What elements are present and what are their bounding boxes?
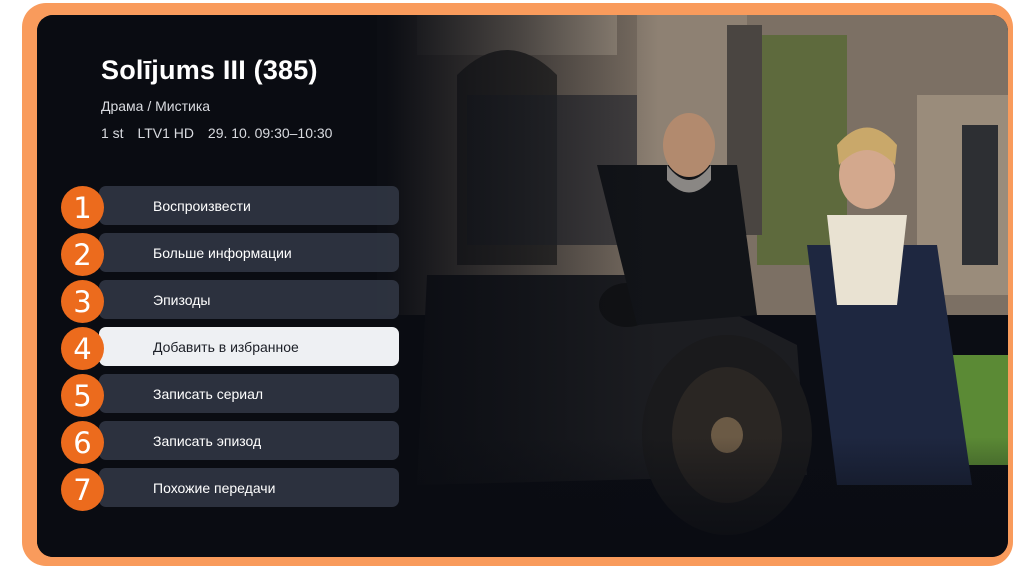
- callout-badge-5: 5: [61, 374, 104, 417]
- menu-item-record-series[interactable]: Записать сериал: [99, 374, 399, 413]
- callout-badge-3: 3: [61, 280, 104, 323]
- program-meta: 1 st LTV1 HD 29. 10. 09:30–10:30: [101, 125, 342, 141]
- menu-item-episodes[interactable]: Эпизоды: [99, 280, 399, 319]
- menu-item-similar[interactable]: Похожие передачи: [99, 468, 399, 507]
- program-schedule: 29. 10. 09:30–10:30: [207, 125, 333, 141]
- program-genre: Драма / Мистика: [101, 98, 211, 114]
- callout-badge-2: 2: [61, 233, 104, 276]
- menu-item-play[interactable]: Воспроизвести: [99, 186, 399, 225]
- menu-item-more-info[interactable]: Больше информации: [99, 233, 399, 272]
- channel-number: 1 st: [101, 125, 124, 141]
- menu-item-add-favorites[interactable]: Добавить в избранное: [99, 327, 399, 366]
- callout-badge-7: 7: [61, 468, 104, 511]
- program-title: Solījums III (385): [101, 55, 318, 85]
- channel-name: LTV1 HD: [137, 125, 195, 141]
- callout-badge-4: 4: [61, 327, 104, 370]
- callout-badge-6: 6: [61, 421, 104, 464]
- menu-item-record-episode[interactable]: Записать эпизод: [99, 421, 399, 460]
- callout-badge-1: 1: [61, 186, 104, 229]
